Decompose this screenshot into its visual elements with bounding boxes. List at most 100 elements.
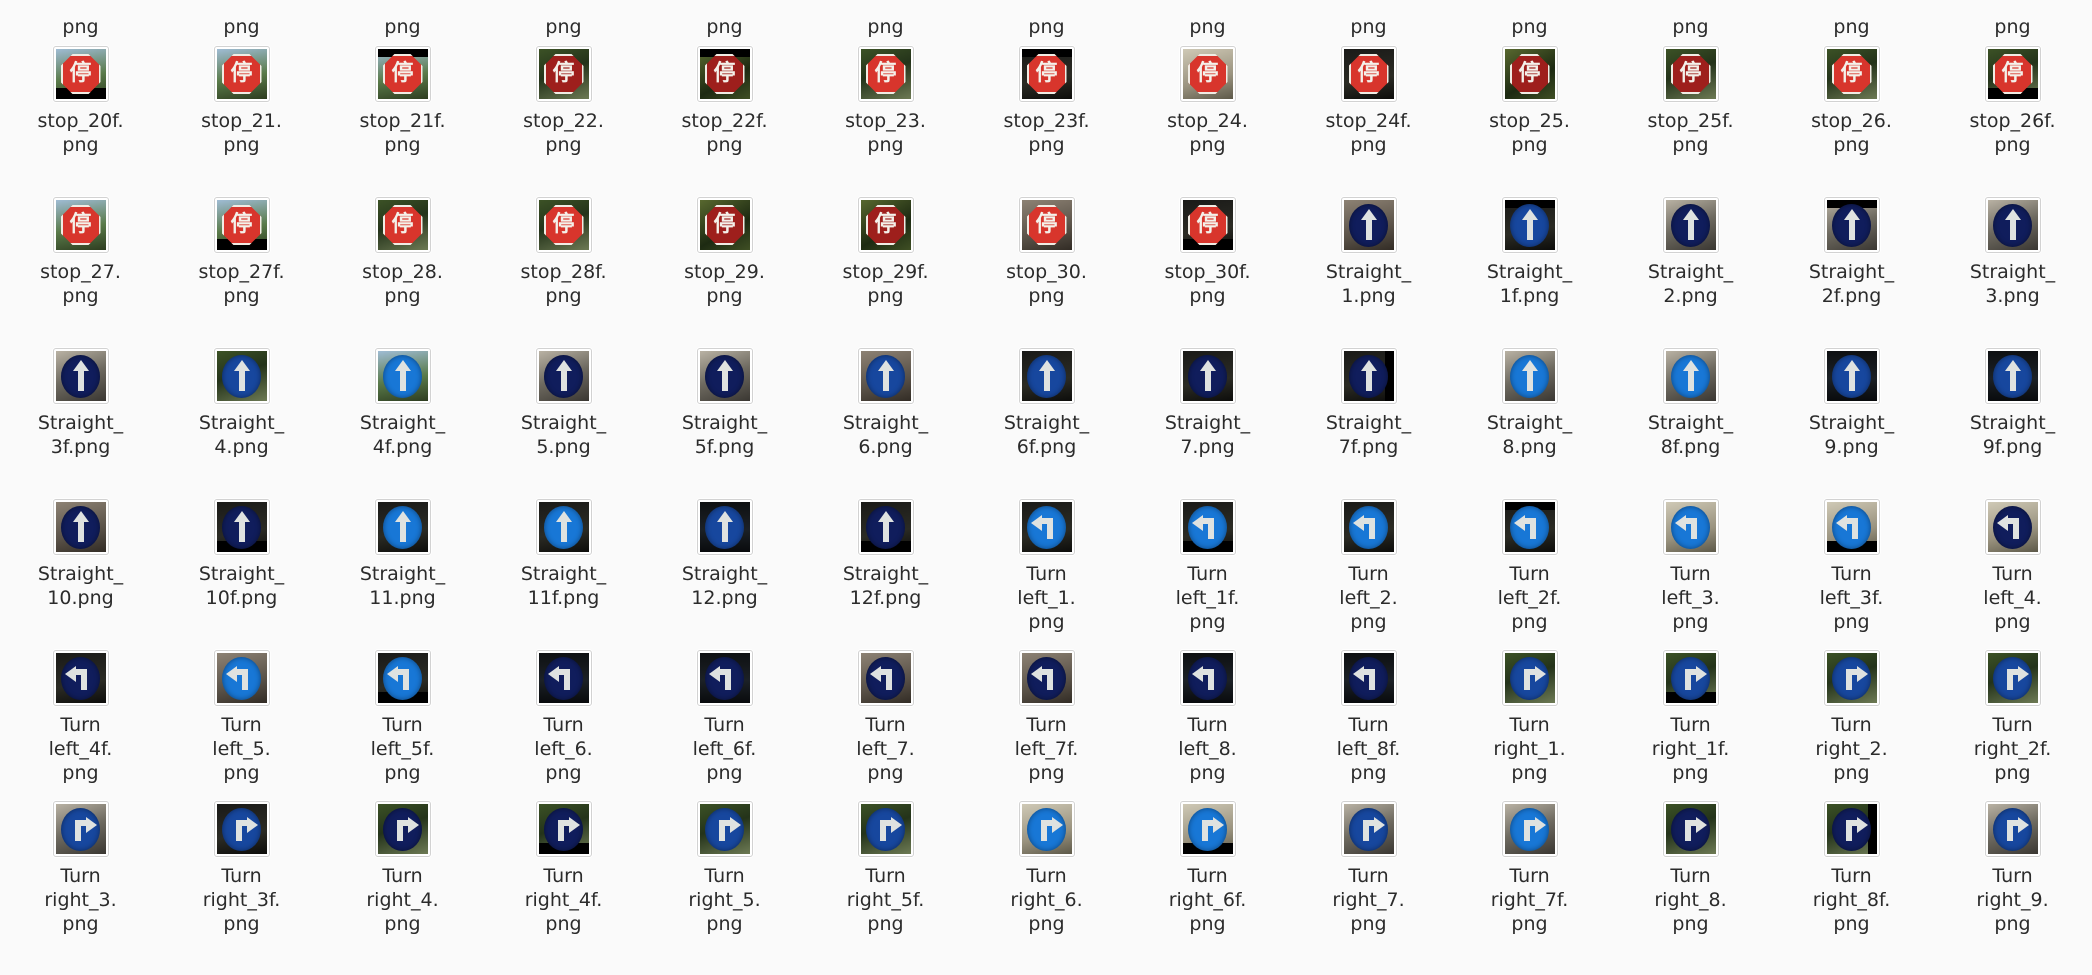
file-item[interactable]: Turn right_5f. png: [805, 794, 966, 945]
turn-right-sign-thumbnail[interactable]: [696, 801, 753, 857]
file-manager-icon-grid[interactable]: png png png png png png png png png png png png png 停…: [0, 0, 2092, 975]
straight-ahead-sign-thumbnail[interactable]: [213, 499, 270, 555]
file-item[interactable]: Turn right_3. png: [0, 794, 161, 945]
file-item[interactable]: Straight_ 10f.png: [161, 492, 322, 643]
turn-left-sign-thumbnail[interactable]: [857, 650, 914, 706]
file-item[interactable]: 停 stop_28. png: [322, 190, 483, 341]
straight-ahead-sign-thumbnail[interactable]: [1823, 348, 1880, 404]
file-item[interactable]: 停 stop_22. png: [483, 39, 644, 190]
file-item[interactable]: Turn right_7f. png: [1449, 794, 1610, 945]
file-item[interactable]: 停 stop_23f. png: [966, 39, 1127, 190]
file-item[interactable]: Straight_ 5.png: [483, 341, 644, 492]
file-item[interactable]: Turn left_5. png: [161, 643, 322, 794]
file-item[interactable]: Turn right_1f. png: [1610, 643, 1771, 794]
turn-left-sign-thumbnail[interactable]: [1662, 499, 1719, 555]
stop-sign-thumbnail[interactable]: 停: [1340, 46, 1397, 102]
file-item[interactable]: Turn left_6f. png: [644, 643, 805, 794]
stop-sign-thumbnail[interactable]: 停: [213, 46, 270, 102]
file-item[interactable]: Straight_ 11f.png: [483, 492, 644, 643]
turn-right-sign-thumbnail[interactable]: [213, 801, 270, 857]
file-item[interactable]: Turn left_6. png: [483, 643, 644, 794]
turn-left-sign-thumbnail[interactable]: [1984, 499, 2041, 555]
file-item[interactable]: png: [1127, 0, 1288, 39]
turn-left-sign-thumbnail[interactable]: [696, 650, 753, 706]
stop-sign-thumbnail[interactable]: 停: [1018, 46, 1075, 102]
stop-sign-thumbnail[interactable]: 停: [1501, 46, 1558, 102]
straight-ahead-sign-thumbnail[interactable]: [1823, 197, 1880, 253]
straight-ahead-sign-thumbnail[interactable]: [1179, 348, 1236, 404]
file-item[interactable]: png: [1610, 0, 1771, 39]
file-item[interactable]: Straight_ 9.png: [1771, 341, 1932, 492]
straight-ahead-sign-thumbnail[interactable]: [52, 499, 109, 555]
file-item[interactable]: Turn right_1. png: [1449, 643, 1610, 794]
file-item[interactable]: Turn left_3. png: [1610, 492, 1771, 643]
straight-ahead-sign-thumbnail[interactable]: [1984, 197, 2041, 253]
turn-right-sign-thumbnail[interactable]: [1823, 801, 1880, 857]
straight-ahead-sign-thumbnail[interactable]: [1340, 348, 1397, 404]
turn-left-sign-thumbnail[interactable]: [1823, 499, 1880, 555]
file-item[interactable]: Turn left_1. png: [966, 492, 1127, 643]
turn-left-sign-thumbnail[interactable]: [1179, 650, 1236, 706]
stop-sign-thumbnail[interactable]: 停: [857, 197, 914, 253]
file-item[interactable]: 停 stop_28f. png: [483, 190, 644, 341]
turn-left-sign-thumbnail[interactable]: [1018, 650, 1075, 706]
straight-ahead-sign-thumbnail[interactable]: [535, 348, 592, 404]
file-item[interactable]: 停 stop_20f. png: [0, 39, 161, 190]
straight-ahead-sign-thumbnail[interactable]: [1984, 348, 2041, 404]
straight-ahead-sign-thumbnail[interactable]: [374, 348, 431, 404]
stop-sign-thumbnail[interactable]: 停: [535, 46, 592, 102]
file-item[interactable]: Straight_ 4f.png: [322, 341, 483, 492]
turn-left-sign-thumbnail[interactable]: [1501, 499, 1558, 555]
straight-ahead-sign-thumbnail[interactable]: [535, 499, 592, 555]
file-item[interactable]: 停 stop_29. png: [644, 190, 805, 341]
turn-right-sign-thumbnail[interactable]: [52, 801, 109, 857]
stop-sign-thumbnail[interactable]: 停: [1662, 46, 1719, 102]
file-item[interactable]: Straight_ 1.png: [1288, 190, 1449, 341]
file-item[interactable]: Straight_ 6.png: [805, 341, 966, 492]
file-item[interactable]: Straight_ 12f.png: [805, 492, 966, 643]
file-item[interactable]: png: [1449, 0, 1610, 39]
straight-ahead-sign-thumbnail[interactable]: [1340, 197, 1397, 253]
file-item[interactable]: Turn right_2. png: [1771, 643, 1932, 794]
turn-right-sign-thumbnail[interactable]: [1662, 650, 1719, 706]
straight-ahead-sign-thumbnail[interactable]: [1501, 197, 1558, 253]
file-item[interactable]: png: [644, 0, 805, 39]
file-item[interactable]: Straight_ 8.png: [1449, 341, 1610, 492]
file-item[interactable]: Turn right_5. png: [644, 794, 805, 945]
turn-right-sign-thumbnail[interactable]: [1179, 801, 1236, 857]
file-item[interactable]: Turn right_8f. png: [1771, 794, 1932, 945]
file-item[interactable]: 停 stop_25f. png: [1610, 39, 1771, 190]
turn-right-sign-thumbnail[interactable]: [1984, 650, 2041, 706]
stop-sign-thumbnail[interactable]: 停: [1823, 46, 1880, 102]
file-item[interactable]: Turn right_4f. png: [483, 794, 644, 945]
file-item[interactable]: png: [805, 0, 966, 39]
file-item[interactable]: Straight_ 10.png: [0, 492, 161, 643]
straight-ahead-sign-thumbnail[interactable]: [1018, 348, 1075, 404]
stop-sign-thumbnail[interactable]: 停: [1179, 197, 1236, 253]
file-item[interactable]: Straight_ 4.png: [161, 341, 322, 492]
file-item[interactable]: Straight_ 7.png: [1127, 341, 1288, 492]
file-item[interactable]: 停 stop_24f. png: [1288, 39, 1449, 190]
stop-sign-thumbnail[interactable]: 停: [52, 197, 109, 253]
straight-ahead-sign-thumbnail[interactable]: [213, 348, 270, 404]
file-item[interactable]: 停 stop_22f. png: [644, 39, 805, 190]
turn-right-sign-thumbnail[interactable]: [1018, 801, 1075, 857]
file-item[interactable]: Straight_ 2.png: [1610, 190, 1771, 341]
file-item[interactable]: Straight_ 3f.png: [0, 341, 161, 492]
file-item[interactable]: Straight_ 2f.png: [1771, 190, 1932, 341]
file-item[interactable]: Turn left_4. png: [1932, 492, 2092, 643]
file-item[interactable]: Turn right_6. png: [966, 794, 1127, 945]
turn-left-sign-thumbnail[interactable]: [52, 650, 109, 706]
file-item[interactable]: Turn left_4f. png: [0, 643, 161, 794]
file-item[interactable]: Straight_ 8f.png: [1610, 341, 1771, 492]
turn-right-sign-thumbnail[interactable]: [857, 801, 914, 857]
straight-ahead-sign-thumbnail[interactable]: [52, 348, 109, 404]
turn-right-sign-thumbnail[interactable]: [535, 801, 592, 857]
file-item[interactable]: Turn left_7. png: [805, 643, 966, 794]
file-item[interactable]: Turn left_2. png: [1288, 492, 1449, 643]
file-item[interactable]: 停 stop_23. png: [805, 39, 966, 190]
file-item[interactable]: 停 stop_30. png: [966, 190, 1127, 341]
turn-left-sign-thumbnail[interactable]: [213, 650, 270, 706]
file-item[interactable]: 停 stop_25. png: [1449, 39, 1610, 190]
stop-sign-thumbnail[interactable]: 停: [374, 46, 431, 102]
